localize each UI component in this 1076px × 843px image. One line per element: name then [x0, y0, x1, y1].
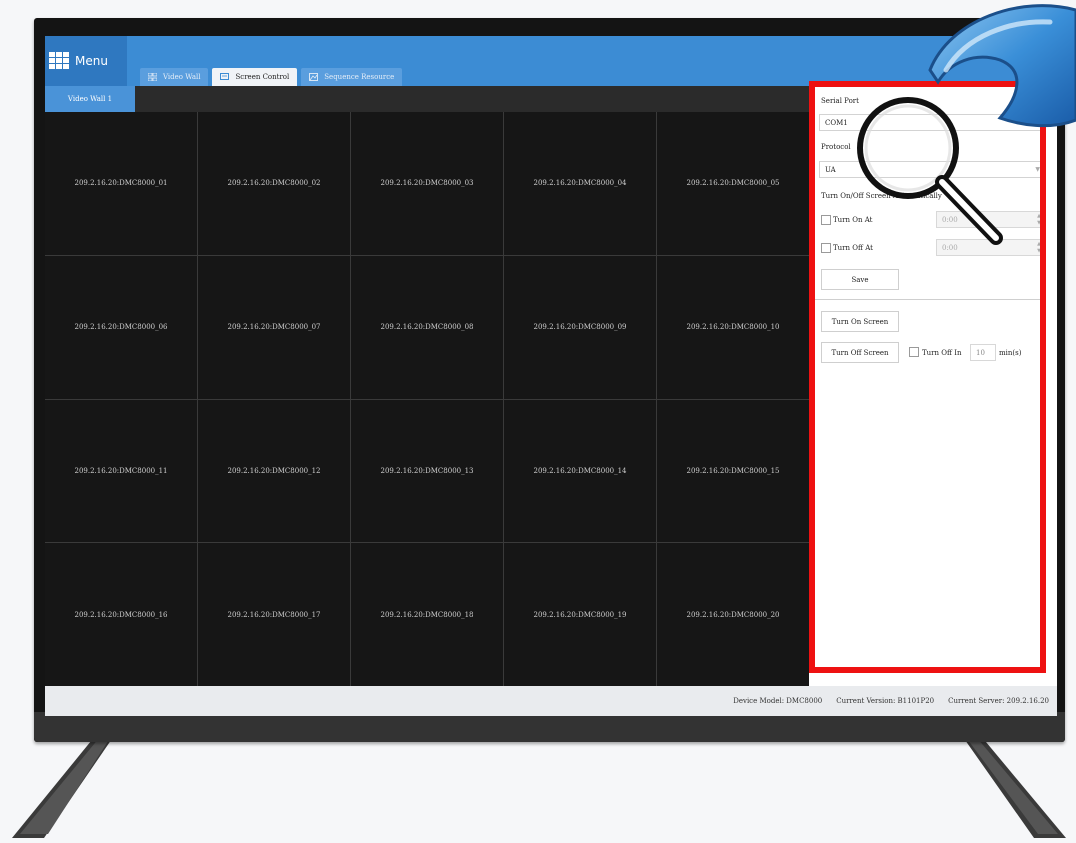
wall-cell[interactable]: 209.2.16.20:DMC8000_14 — [504, 399, 656, 543]
turn-off-in-checkbox[interactable] — [909, 347, 919, 357]
wall-cell[interactable]: 209.2.16.20:DMC8000_02 — [198, 112, 350, 255]
current-version-text: Current Version: B1101P20 — [836, 697, 935, 705]
wall-cell[interactable]: 209.2.16.20:DMC8000_19 — [504, 543, 656, 686]
wall-cell[interactable]: 209.2.16.20:DMC8000_17 — [198, 543, 350, 686]
wall-cell[interactable]: 209.2.16.20:DMC8000_01 — [45, 112, 197, 255]
protocol-value: UA — [825, 165, 836, 174]
tab-label: Screen Control — [235, 73, 290, 81]
wall-cell[interactable]: 209.2.16.20:DMC8000_15 — [657, 399, 809, 543]
tab-sequence-resource[interactable]: Sequence Resource — [301, 68, 403, 86]
save-button[interactable]: Save — [821, 269, 899, 290]
turn-on-at-checkbox[interactable] — [821, 215, 831, 225]
wall-cell[interactable]: 209.2.16.20:DMC8000_08 — [351, 255, 503, 399]
turn-off-screen-button[interactable]: Turn Off Screen — [821, 342, 899, 363]
tab-label: Video Wall — [163, 73, 201, 81]
menu-grid-icon — [49, 52, 69, 69]
turn-off-in-minutes[interactable]: 10 — [970, 344, 996, 361]
wall-cell[interactable]: 209.2.16.20:DMC8000_11 — [45, 399, 197, 543]
main-tabs: Video Wall Screen Control Sequence Resou… — [140, 68, 403, 86]
wall-cell[interactable]: 209.2.16.20:DMC8000_06 — [45, 255, 197, 399]
wall-cell[interactable]: 209.2.16.20:DMC8000_20 — [657, 543, 809, 686]
wall-cell[interactable]: 209.2.16.20:DMC8000_10 — [657, 255, 809, 399]
turn-off-in-label: Turn Off In — [922, 349, 962, 357]
video-wall-subbar: Video Wall 1 — [45, 86, 809, 112]
current-server-text: Current Server: 209.2.16.20 — [948, 697, 1049, 705]
tv-bottom-rim — [34, 712, 1065, 742]
wall-cell[interactable]: 209.2.16.20:DMC8000_16 — [45, 543, 197, 686]
screen-icon — [220, 73, 230, 80]
protocol-label: Protocol — [821, 143, 851, 151]
device-model-text: Device Model: DMC8000 — [733, 697, 823, 705]
status-bar: Device Model: DMC8000 Current Version: B… — [45, 686, 1057, 716]
subtab-video-wall-1[interactable]: Video Wall 1 — [45, 86, 135, 112]
turn-off-at-checkbox[interactable] — [821, 243, 831, 253]
serial-port-value: COM1 — [825, 118, 848, 127]
wall-cell[interactable]: 209.2.16.20:DMC8000_05 — [657, 112, 809, 255]
panel-divider — [815, 299, 1045, 300]
tv-stand — [12, 730, 1066, 838]
tab-video-wall[interactable]: Video Wall — [140, 68, 209, 86]
image-icon — [309, 73, 319, 81]
minutes-unit-label: min(s) — [999, 349, 1022, 357]
menu-label: Menu — [75, 54, 108, 68]
wall-cell[interactable]: 209.2.16.20:DMC8000_12 — [198, 399, 350, 543]
wall-cell[interactable]: 209.2.16.20:DMC8000_09 — [504, 255, 656, 399]
menu-button[interactable]: Menu — [45, 36, 127, 86]
turn-on-screen-button[interactable]: Turn On Screen — [821, 311, 899, 332]
wall-cell[interactable]: 209.2.16.20:DMC8000_13 — [351, 399, 503, 543]
tab-screen-control[interactable]: Screen Control — [212, 68, 298, 86]
magnifier-icon — [857, 4, 1076, 245]
video-wall-grid: 209.2.16.20:DMC8000_01 209.2.16.20:DMC80… — [45, 112, 809, 686]
grid-icon — [148, 73, 157, 81]
tab-label: Sequence Resource — [324, 73, 395, 81]
wall-cell[interactable]: 209.2.16.20:DMC8000_03 — [351, 112, 503, 255]
wall-cell[interactable]: 209.2.16.20:DMC8000_18 — [351, 543, 503, 686]
wall-cell[interactable]: 209.2.16.20:DMC8000_04 — [504, 112, 656, 255]
wall-cell[interactable]: 209.2.16.20:DMC8000_07 — [198, 255, 350, 399]
